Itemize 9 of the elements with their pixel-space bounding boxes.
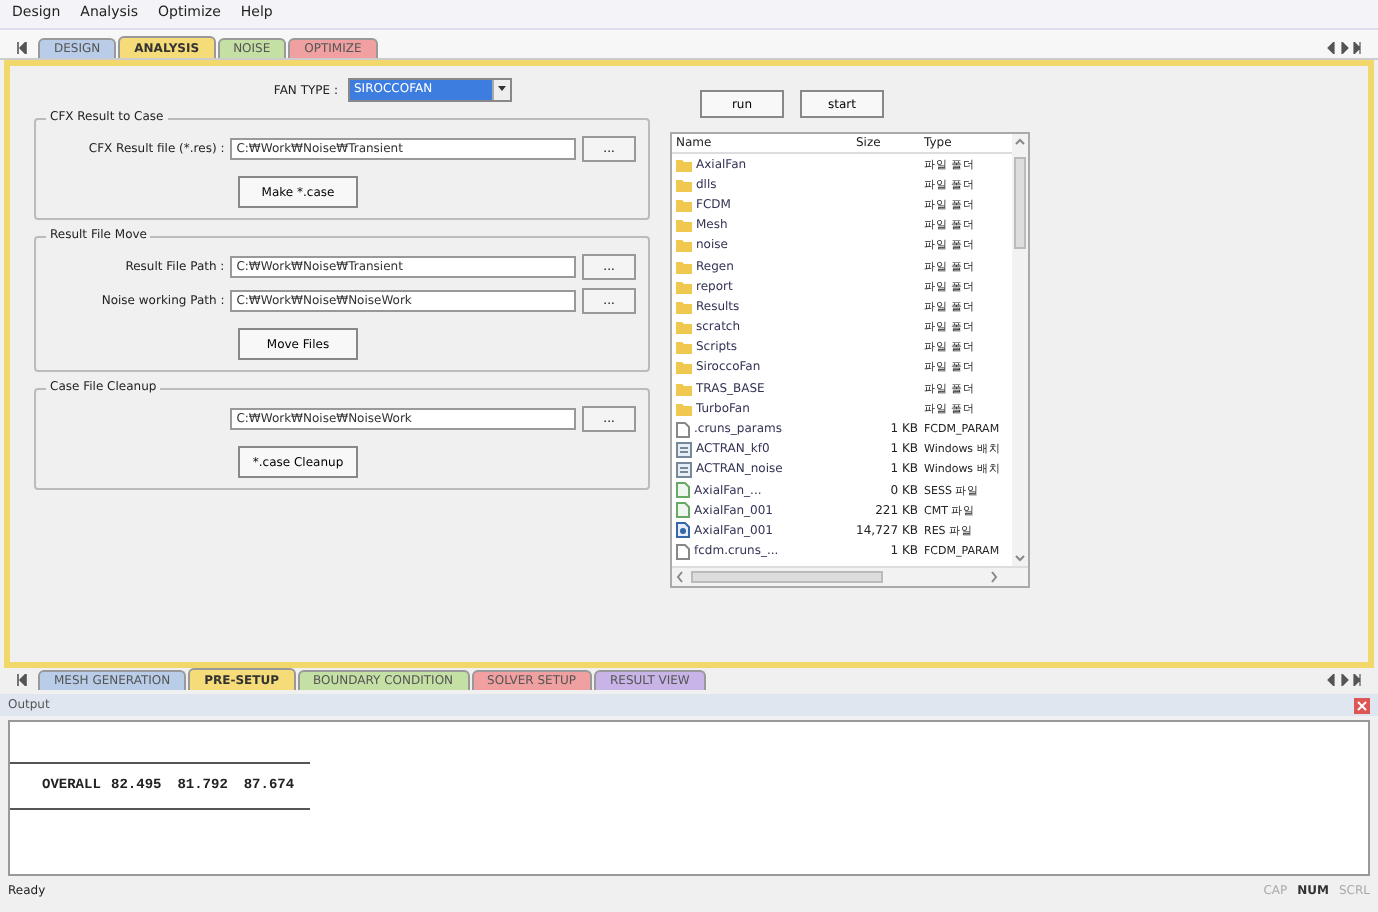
close-icon[interactable] — [1354, 697, 1370, 713]
horizontal-scrollbar[interactable] — [672, 566, 1028, 586]
caret-icon[interactable] — [494, 80, 510, 96]
file-icon — [676, 421, 690, 438]
document-icon — [676, 522, 690, 539]
batch-file-icon — [676, 461, 692, 478]
file-icon — [676, 543, 690, 560]
batch-file-icon — [676, 441, 692, 458]
vertical-scrollbar[interactable] — [1012, 134, 1028, 566]
